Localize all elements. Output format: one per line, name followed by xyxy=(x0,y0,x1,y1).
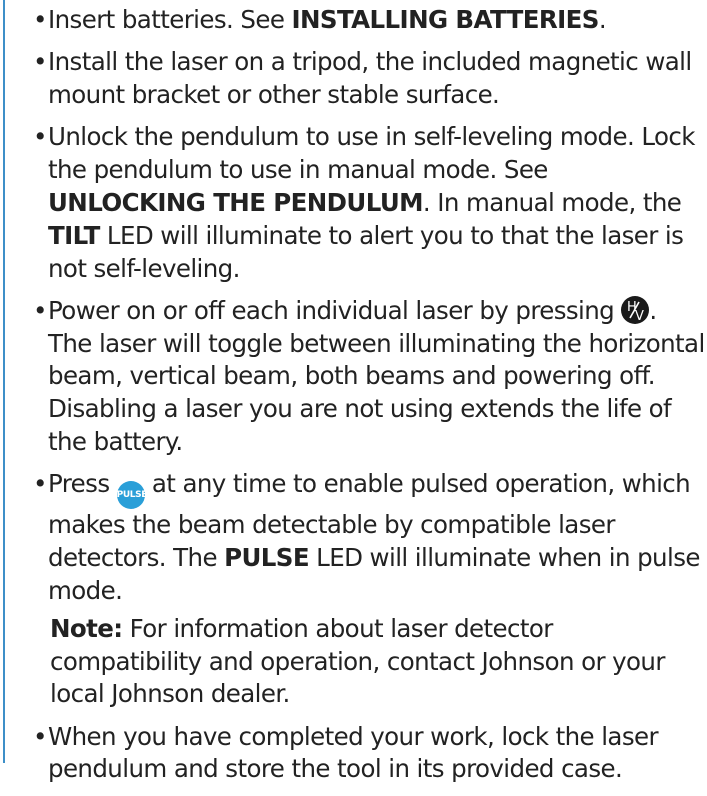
section-reference: UNLOCKING THE PENDULUM xyxy=(48,187,424,217)
note-label: Note: xyxy=(50,613,123,643)
section-reference: INSTALLING BATTERIES xyxy=(291,5,600,34)
item-text: When you have completed your work, lock … xyxy=(48,721,659,784)
list-item: When you have completed your work, lock … xyxy=(33,721,707,787)
note-text: For information about laser detector com… xyxy=(50,613,665,709)
list-item: Press PULSE at any time to enable pulsed… xyxy=(33,468,707,711)
led-name: TILT xyxy=(48,220,100,250)
item-text: Install the laser on a tripod, the inclu… xyxy=(48,47,692,110)
list-item: Unlock the pendulum to use in self-level… xyxy=(33,121,707,285)
list-item: Install the laser on a tripod, the inclu… xyxy=(33,46,707,112)
item-text: . In manual mode, the xyxy=(422,187,682,217)
item-text: LED will illuminate to alert you to that… xyxy=(48,220,684,283)
list-item: Power on or off each individual laser by… xyxy=(33,295,707,459)
hv-button-icon: HV xyxy=(621,295,650,324)
hv-v-glyph: V xyxy=(635,309,644,324)
pulse-button-icon: PULSE xyxy=(116,481,147,510)
note: Note: For information about laser detect… xyxy=(48,613,707,711)
item-text: Insert batteries. See xyxy=(48,5,292,34)
item-text: Unlock the pendulum to use in self-level… xyxy=(48,122,695,185)
instruction-list: Insert batteries. See INSTALLING BATTERI… xyxy=(33,4,707,796)
list-item: Insert batteries. See INSTALLING BATTERI… xyxy=(33,4,707,37)
item-text: . xyxy=(598,5,607,34)
item-text: Power on or off each individual laser by… xyxy=(48,295,622,325)
led-name: PULSE xyxy=(224,543,309,573)
item-text: Press xyxy=(48,469,117,499)
margin-rule xyxy=(3,0,5,763)
